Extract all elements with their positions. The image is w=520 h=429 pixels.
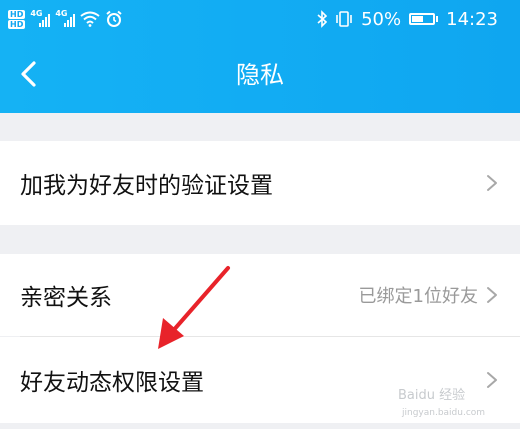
hd-badge-2: HD bbox=[8, 19, 26, 29]
bluetooth-icon bbox=[317, 10, 328, 28]
friend-verification-settings-row[interactable]: 加我为好友时的验证设置 bbox=[0, 141, 520, 225]
chevron-right-icon bbox=[487, 175, 497, 191]
hd-badge-1: HD bbox=[8, 9, 26, 19]
network-type-2: 4G bbox=[55, 9, 68, 18]
status-left: HD HD 4G 4G bbox=[8, 3, 123, 35]
row-value: 已绑定1位好友 bbox=[358, 286, 478, 307]
clock: 14:23 bbox=[446, 8, 498, 30]
status-right: 50% 14:23 bbox=[317, 0, 498, 38]
watermark-subtext: jingyan.baidu.com bbox=[401, 408, 485, 418]
network-type-1: 4G bbox=[30, 9, 43, 18]
signal-icon: 4G bbox=[30, 9, 51, 27]
watermark-text: Baidu 经验 bbox=[398, 387, 465, 403]
page-title: 隐私 bbox=[236, 61, 284, 89]
chevron-right-icon bbox=[487, 287, 497, 303]
row-label: 加我为好友时的验证设置 bbox=[20, 173, 273, 199]
signal-icon: 4G bbox=[55, 9, 76, 27]
hd-icon: HD HD bbox=[8, 9, 26, 29]
battery-icon bbox=[409, 13, 439, 25]
vibrate-icon bbox=[336, 11, 352, 27]
wifi-icon bbox=[80, 11, 100, 27]
navbar: 隐私 bbox=[0, 38, 520, 113]
baidu-watermark: Baidu 经验 jingyan.baidu.com bbox=[398, 387, 485, 418]
alarm-icon bbox=[106, 10, 122, 27]
row-label: 亲密关系 bbox=[20, 285, 112, 311]
status-bar: HD HD 4G 4G 50% 14:23 bbox=[0, 0, 520, 38]
battery-percent: 50% bbox=[361, 8, 402, 30]
header: HD HD 4G 4G 50% 14:23 隐私 bbox=[0, 0, 520, 113]
intimate-relationship-row[interactable]: 亲密关系 已绑定1位好友 bbox=[0, 254, 520, 336]
